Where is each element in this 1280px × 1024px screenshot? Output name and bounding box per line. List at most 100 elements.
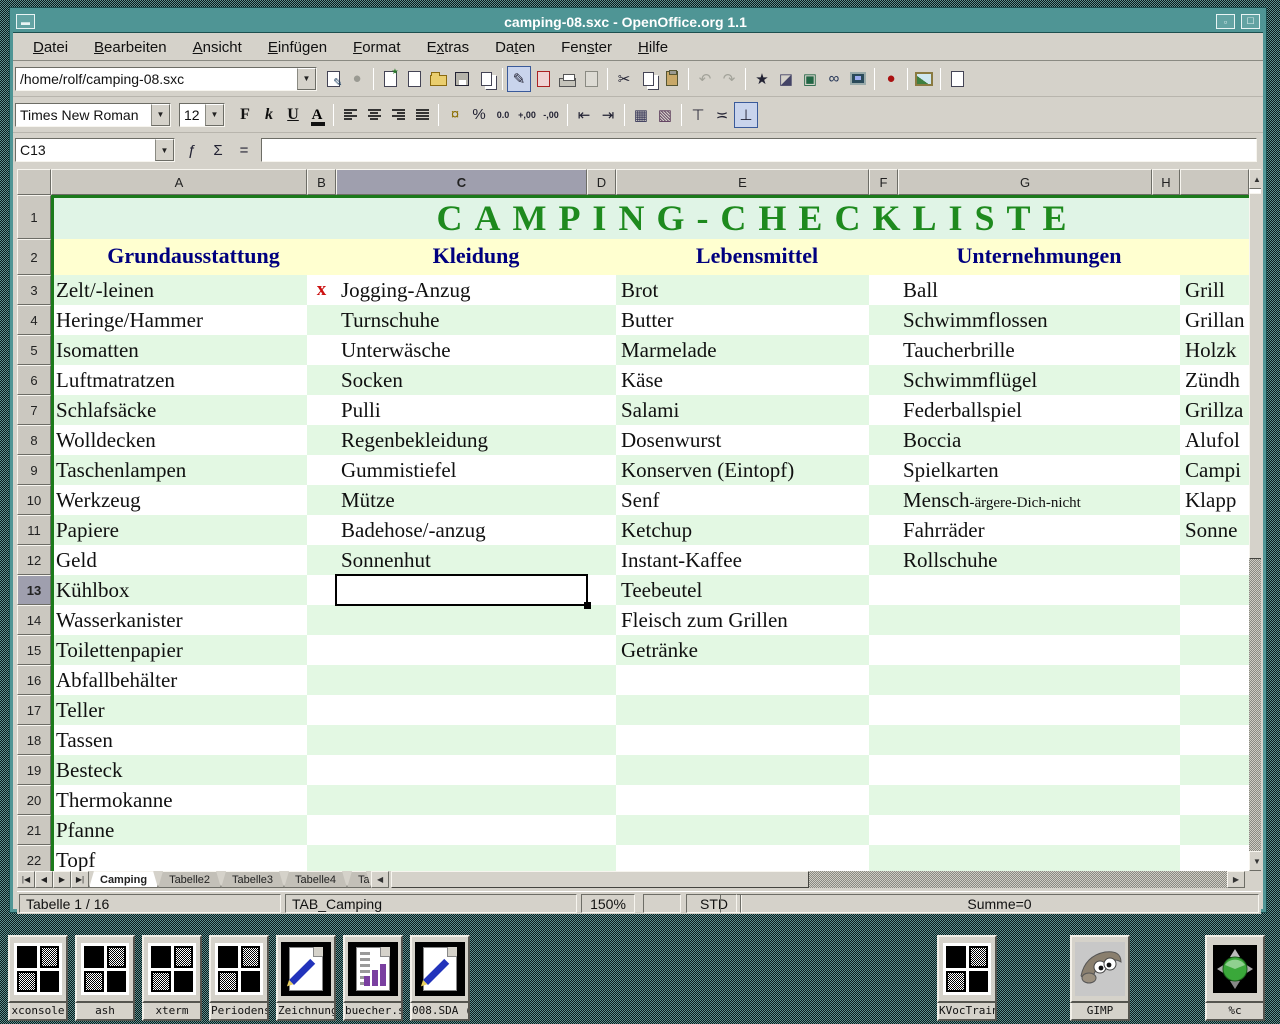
first-sheet-button[interactable]: |◀ bbox=[17, 871, 35, 888]
cell-G15[interactable] bbox=[898, 635, 1152, 665]
cell-A17[interactable]: Teller bbox=[51, 695, 307, 725]
function-autopilot-icon[interactable]: ƒ bbox=[179, 138, 205, 162]
cell-C19[interactable] bbox=[336, 755, 587, 785]
cell-G6[interactable]: Schwimmflügel bbox=[898, 365, 1152, 395]
cell-F22[interactable] bbox=[869, 845, 898, 871]
column-header-partial[interactable] bbox=[1180, 169, 1249, 195]
font-name-value[interactable]: Times New Roman bbox=[16, 104, 151, 126]
sheet-tab-tabelle2[interactable]: Tabelle2 bbox=[158, 871, 221, 888]
stylist-icon[interactable]: ◪ bbox=[774, 66, 798, 92]
cell-D6[interactable] bbox=[587, 365, 616, 395]
align-right-icon[interactable] bbox=[386, 102, 410, 128]
cell-D3[interactable] bbox=[587, 275, 616, 305]
cell-D13[interactable] bbox=[587, 575, 616, 605]
cell-G19[interactable] bbox=[898, 755, 1152, 785]
cell-H5[interactable] bbox=[1152, 335, 1180, 365]
edit-file-icon[interactable]: ✎ bbox=[507, 66, 531, 92]
vscroll-up-button[interactable]: ▲ bbox=[1249, 169, 1261, 189]
cell-G21[interactable] bbox=[898, 815, 1152, 845]
cell-D12[interactable] bbox=[587, 545, 616, 575]
cell-A13[interactable]: Kühlbox bbox=[51, 575, 307, 605]
maximize-button[interactable]: ☐ bbox=[1241, 14, 1260, 29]
cell-C20[interactable] bbox=[336, 785, 587, 815]
cell-D5[interactable] bbox=[587, 335, 616, 365]
cell-E21[interactable] bbox=[616, 815, 869, 845]
row-header-10[interactable]: 10 bbox=[17, 485, 51, 515]
cell-E3[interactable]: Brot bbox=[616, 275, 869, 305]
cell-E13[interactable]: Teebeutel bbox=[616, 575, 869, 605]
cell-D21[interactable] bbox=[587, 815, 616, 845]
cell-C12[interactable]: Sonnenhut bbox=[336, 545, 587, 575]
desktop-icon-xconsole[interactable]: xconsole bbox=[8, 935, 68, 1021]
desktop-icon-xterm[interactable]: xterm bbox=[142, 935, 202, 1021]
save-all-icon[interactable] bbox=[474, 66, 498, 92]
cell-D22[interactable] bbox=[587, 845, 616, 871]
cell-F12[interactable] bbox=[869, 545, 898, 575]
cell-E9[interactable]: Konserven (Eintopf) bbox=[616, 455, 869, 485]
hscroll-thumb[interactable] bbox=[391, 871, 809, 888]
cell-D10[interactable] bbox=[587, 485, 616, 515]
cell-I15[interactable] bbox=[1180, 635, 1249, 665]
cell-C8[interactable]: Regenbekleidung bbox=[336, 425, 587, 455]
column-header-H[interactable]: H bbox=[1152, 169, 1180, 195]
export-pdf-icon[interactable] bbox=[531, 66, 555, 92]
desktop-icon-008-sda-s[interactable]: 008.SDA (s bbox=[410, 935, 470, 1021]
cell-B8[interactable] bbox=[307, 425, 336, 455]
row-header-3[interactable]: 3 bbox=[17, 275, 51, 305]
cell-B14[interactable] bbox=[307, 605, 336, 635]
cell-B21[interactable] bbox=[307, 815, 336, 845]
minimize-button[interactable]: ▫ bbox=[1216, 14, 1235, 29]
cell-D20[interactable] bbox=[587, 785, 616, 815]
cell-C5[interactable]: Unterwäsche bbox=[336, 335, 587, 365]
cell-F14[interactable] bbox=[869, 605, 898, 635]
vscroll-track[interactable] bbox=[1249, 559, 1261, 851]
cell-G3[interactable]: Ball bbox=[898, 275, 1152, 305]
cell-G16[interactable] bbox=[898, 665, 1152, 695]
cell-H12[interactable] bbox=[1152, 545, 1180, 575]
column-header-C[interactable]: C bbox=[336, 169, 587, 195]
cell-I18[interactable] bbox=[1180, 725, 1249, 755]
cell-G18[interactable] bbox=[898, 725, 1152, 755]
cell-H16[interactable] bbox=[1152, 665, 1180, 695]
cell-I14[interactable] bbox=[1180, 605, 1249, 635]
vscroll-thumb[interactable] bbox=[1249, 193, 1261, 559]
row-header-14[interactable]: 14 bbox=[17, 605, 51, 635]
cell-A8[interactable]: Wolldecken bbox=[51, 425, 307, 455]
cell-C22[interactable] bbox=[336, 845, 587, 871]
cell-H22[interactable] bbox=[1152, 845, 1180, 871]
cell-I13[interactable] bbox=[1180, 575, 1249, 605]
navigator-icon[interactable]: ★ bbox=[750, 66, 774, 92]
gallery-icon[interactable]: ▣ bbox=[798, 66, 822, 92]
cell-D4[interactable] bbox=[587, 305, 616, 335]
cell-H10[interactable] bbox=[1152, 485, 1180, 515]
align-justify-icon[interactable] bbox=[410, 102, 434, 128]
sum-display[interactable]: Summe=0 bbox=[740, 894, 1259, 913]
cell-H6[interactable] bbox=[1152, 365, 1180, 395]
row-header-9[interactable]: 9 bbox=[17, 455, 51, 485]
cell-E8[interactable]: Dosenwurst bbox=[616, 425, 869, 455]
cell-D11[interactable] bbox=[587, 515, 616, 545]
cell-A9[interactable]: Taschenlampen bbox=[51, 455, 307, 485]
cell-G10[interactable]: Mensch-ärgere-Dich-nicht bbox=[898, 485, 1152, 515]
cell-A14[interactable]: Wasserkanister bbox=[51, 605, 307, 635]
cell-A5[interactable]: Isomatten bbox=[51, 335, 307, 365]
cell-F8[interactable] bbox=[869, 425, 898, 455]
cell-B17[interactable] bbox=[307, 695, 336, 725]
cell-E17[interactable] bbox=[616, 695, 869, 725]
cell-A11[interactable]: Papiere bbox=[51, 515, 307, 545]
cell-F19[interactable] bbox=[869, 755, 898, 785]
cell-I16[interactable] bbox=[1180, 665, 1249, 695]
cell-F6[interactable] bbox=[869, 365, 898, 395]
menu-hilfe[interactable]: Hilfe bbox=[626, 36, 680, 59]
number-format-currency-icon[interactable]: ¤ bbox=[443, 102, 467, 128]
cell-D8[interactable] bbox=[587, 425, 616, 455]
menu-ansicht[interactable]: Ansicht bbox=[181, 36, 254, 59]
select-all-corner[interactable] bbox=[17, 169, 51, 195]
cell-C7[interactable]: Pulli bbox=[336, 395, 587, 425]
cell-B3[interactable]: x bbox=[307, 275, 336, 305]
row-header-6[interactable]: 6 bbox=[17, 365, 51, 395]
cell-B6[interactable] bbox=[307, 365, 336, 395]
underline-icon[interactable]: U bbox=[281, 102, 305, 128]
new-document-icon[interactable] bbox=[402, 66, 426, 92]
url-dropdown-button[interactable]: ▼ bbox=[297, 68, 316, 90]
